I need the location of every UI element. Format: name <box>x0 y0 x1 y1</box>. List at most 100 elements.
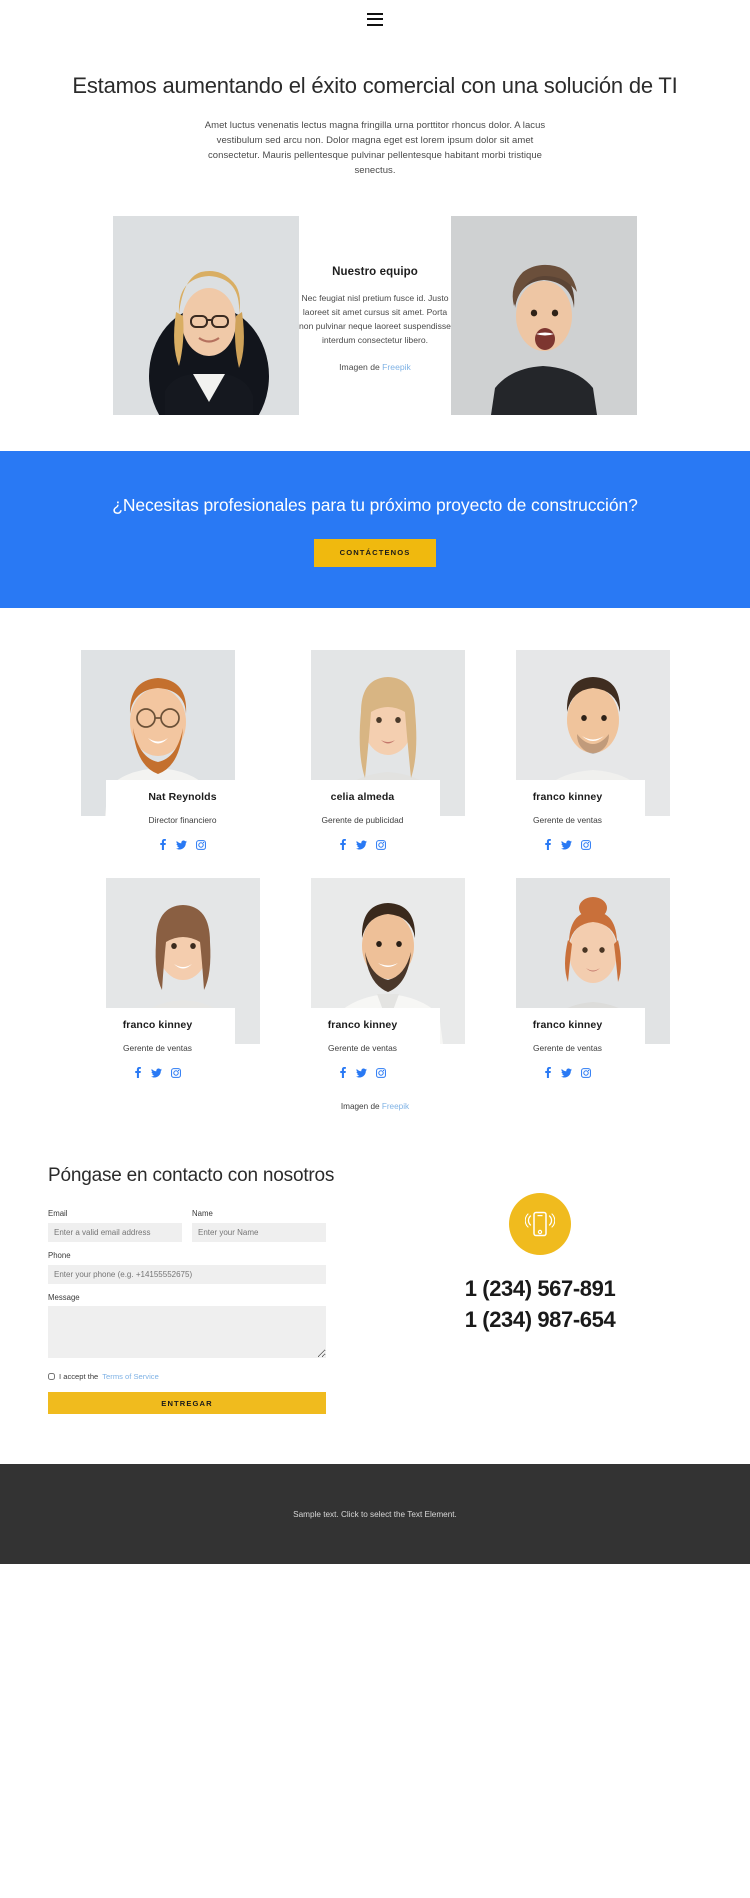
twitter-icon[interactable] <box>561 1068 572 1078</box>
team-member-card[interactable]: celia almeda Gerente de publicidad <box>285 650 465 850</box>
team-intro-body: Nec feugiat nisl pretium fusce id. Justo… <box>299 293 451 345</box>
twitter-icon[interactable] <box>176 840 187 850</box>
phone-number-1[interactable]: 1 (234) 567-891 <box>378 1273 702 1304</box>
team-grid-section: Nat Reynolds Director financiero celia a… <box>0 608 750 1111</box>
form-row-email-name: Email Name <box>48 1209 326 1251</box>
member-info: celia almeda Gerente de publicidad <box>285 780 440 850</box>
page-title: Estamos aumentando el éxito comercial co… <box>72 73 678 98</box>
member-info: franco kinney Gerente de ventas <box>80 1008 235 1078</box>
member-info: franco kinney Gerente de ventas <box>490 1008 645 1078</box>
member-info: franco kinney Gerente de ventas <box>490 780 645 850</box>
member-name: celia almeda <box>330 791 395 803</box>
team-intro-copy: Nuestro equipo Nec feugiat nisl pretium … <box>299 216 451 374</box>
facebook-icon[interactable] <box>159 839 167 850</box>
instagram-icon[interactable] <box>581 839 591 850</box>
intro-image-credit: Imagen de Freepik <box>299 360 451 374</box>
name-input[interactable] <box>192 1223 326 1242</box>
message-textarea[interactable] <box>48 1306 326 1358</box>
phone-input[interactable] <box>48 1265 326 1284</box>
message-field-group: Message <box>48 1293 326 1363</box>
burger-line <box>367 12 383 15</box>
phone-glyph <box>525 1211 555 1237</box>
contact-us-button[interactable]: CONTÁCTENOS <box>314 538 436 567</box>
instagram-icon[interactable] <box>171 1067 181 1078</box>
member-role: Gerente de ventas <box>533 1043 602 1053</box>
member-role: Director financiero <box>148 815 217 825</box>
burger-line <box>367 23 383 26</box>
facebook-icon[interactable] <box>544 839 552 850</box>
member-name: franco kinney <box>122 1019 193 1031</box>
laughing-young-man-photo <box>451 216 637 415</box>
hero-lead-text: Amet luctus venenatis lectus magna fring… <box>204 120 546 176</box>
twitter-icon[interactable] <box>151 1068 162 1078</box>
member-info: franco kinney Gerente de ventas <box>285 1008 440 1078</box>
member-socials <box>495 839 641 850</box>
team-member-card[interactable]: franco kinney Gerente de ventas <box>285 878 465 1078</box>
submit-button[interactable]: ENTREGAR <box>48 1392 326 1414</box>
team-member-card[interactable]: franco kinney Gerente de ventas <box>490 878 670 1078</box>
team-row-2: franco kinney Gerente de ventas franco k… <box>0 878 750 1078</box>
team-member-card[interactable]: franco kinney Gerente de ventas <box>80 878 260 1078</box>
site-header <box>0 0 750 38</box>
member-info: Nat Reynolds Director financiero <box>105 780 260 850</box>
member-name: franco kinney <box>532 791 603 803</box>
name-field-group: Name <box>192 1209 326 1242</box>
instagram-icon[interactable] <box>581 1067 591 1078</box>
footer-text: Sample text. Click to select the Text El… <box>293 1509 457 1519</box>
team-image-credit: Imagen de Freepik <box>0 1102 750 1111</box>
facebook-icon[interactable] <box>339 1067 347 1078</box>
name-label: Name <box>192 1209 213 1218</box>
member-name: franco kinney <box>532 1019 603 1031</box>
team-intro-heading: Nuestro equipo <box>332 266 418 278</box>
message-label: Message <box>48 1293 80 1302</box>
team-member-card[interactable]: Nat Reynolds Director financiero <box>80 650 260 850</box>
freepik-link[interactable]: Freepik <box>382 362 411 372</box>
team-intro-section: Nuestro equipo Nec feugiat nisl pretium … <box>0 216 750 415</box>
twitter-icon[interactable] <box>356 1068 367 1078</box>
contact-phone-column: 1 (234) 567-891 1 (234) 987-654 <box>378 1163 702 1335</box>
member-name: franco kinney <box>327 1019 398 1031</box>
facebook-icon[interactable] <box>544 1067 552 1078</box>
twitter-icon[interactable] <box>561 840 572 850</box>
cta-title: ¿Necesitas profesionales para tu próximo… <box>112 494 638 515</box>
facebook-icon[interactable] <box>134 1067 142 1078</box>
instagram-icon[interactable] <box>376 1067 386 1078</box>
phone-label: Phone <box>48 1251 71 1260</box>
member-role: Gerente de ventas <box>123 1043 192 1053</box>
contact-title: Póngase en contacto con nosotros <box>48 1165 335 1186</box>
burger-line <box>367 18 383 20</box>
hamburger-menu-icon[interactable] <box>367 12 383 26</box>
email-field-group: Email <box>48 1209 182 1242</box>
member-socials <box>495 1067 641 1078</box>
contact-form-column: Póngase en contacto con nosotros Email N… <box>48 1163 378 1414</box>
member-socials <box>110 839 256 850</box>
instagram-icon[interactable] <box>376 839 386 850</box>
blonde-businesswoman-with-glasses-photo <box>113 216 299 415</box>
member-role: Gerente de ventas <box>328 1043 397 1053</box>
member-role: Gerente de publicidad <box>321 815 404 825</box>
phone-numbers: 1 (234) 567-891 1 (234) 987-654 <box>378 1273 702 1335</box>
page-root: Estamos aumentando el éxito comercial co… <box>0 0 750 1898</box>
twitter-icon[interactable] <box>356 840 367 850</box>
instagram-icon[interactable] <box>196 839 206 850</box>
member-socials <box>290 839 436 850</box>
terms-of-service-link[interactable]: Terms of Service <box>102 1372 159 1381</box>
email-input[interactable] <box>48 1223 182 1242</box>
team-row-1: Nat Reynolds Director financiero celia a… <box>0 650 750 850</box>
site-footer: Sample text. Click to select the Text El… <box>0 1464 750 1564</box>
facebook-icon[interactable] <box>339 839 347 850</box>
credit-prefix: Imagen de <box>340 1102 382 1111</box>
mobile-phone-ringing-icon <box>509 1193 571 1255</box>
intro-photo-left <box>113 216 299 415</box>
email-label: Email <box>48 1209 68 1218</box>
contact-form: Email Name Phone Message <box>48 1209 326 1414</box>
phone-number-2[interactable]: 1 (234) 987-654 <box>378 1304 702 1335</box>
freepik-link[interactable]: Freepik <box>382 1102 409 1111</box>
member-role: Gerente de ventas <box>533 815 602 825</box>
team-member-card[interactable]: franco kinney Gerente de ventas <box>490 650 670 850</box>
accept-terms-checkbox[interactable] <box>48 1373 55 1380</box>
member-socials <box>85 1067 231 1078</box>
intro-photo-right <box>451 216 637 415</box>
accept-terms-label: I accept the <box>59 1372 99 1381</box>
phone-field-group: Phone <box>48 1251 326 1284</box>
